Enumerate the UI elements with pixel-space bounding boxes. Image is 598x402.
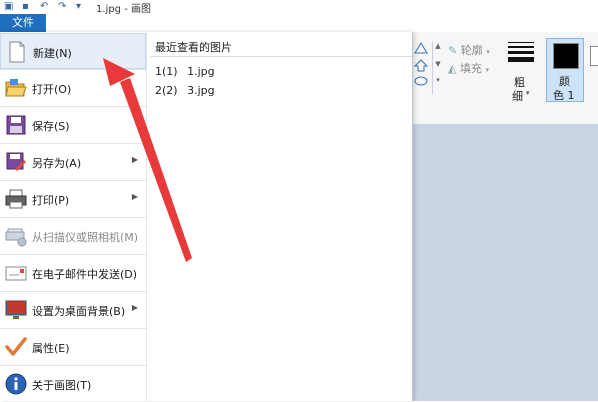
annotation-arrow [103, 58, 192, 262]
